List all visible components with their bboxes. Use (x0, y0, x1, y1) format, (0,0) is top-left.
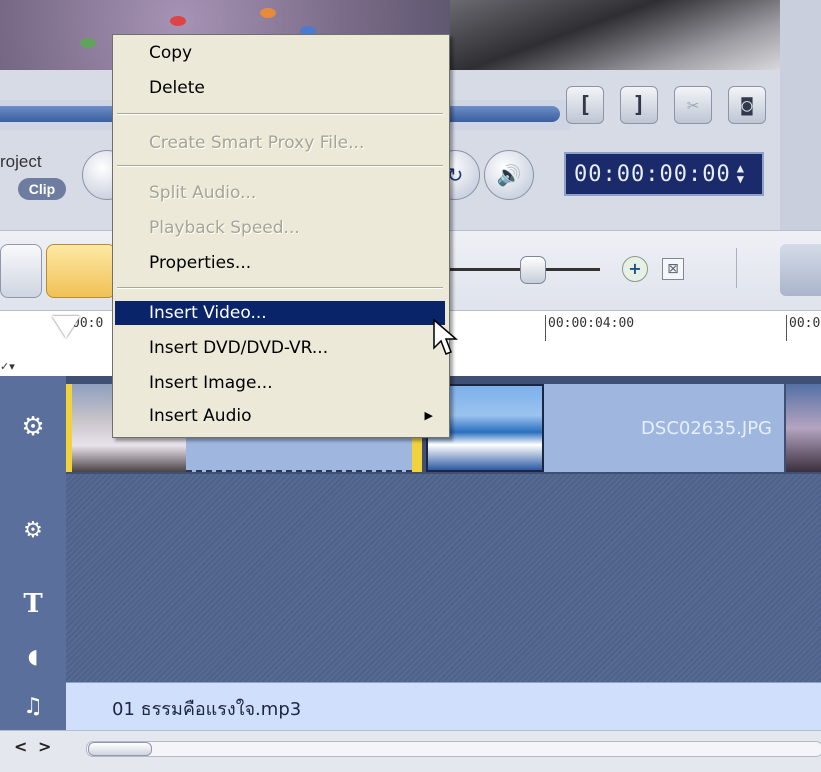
ruler-tick (545, 315, 546, 341)
title-track-icon[interactable]: T (0, 578, 66, 630)
playhead-marker[interactable] (52, 316, 80, 338)
mouse-cursor-icon (433, 318, 459, 355)
video-track-icon[interactable]: ⚙ (0, 384, 66, 470)
menu-item-insert-image[interactable]: Insert Image... (115, 371, 445, 395)
image-clip-name: DSC02635.JPG (641, 417, 772, 439)
project-mode-label[interactable]: roject (0, 152, 42, 172)
scrollbar-thumb[interactable] (88, 742, 152, 756)
right-panel (780, 0, 821, 230)
menu-item-insert-video[interactable]: Insert Video... (115, 301, 445, 325)
title-track[interactable] (66, 576, 821, 629)
timecode-spinner-icon[interactable]: ▲ ▼ (737, 162, 745, 185)
menu-separator (117, 165, 443, 167)
music-track-icon[interactable]: ♫ (0, 682, 66, 730)
scissors-icon[interactable]: ✂ (674, 86, 712, 124)
view-button[interactable] (0, 244, 42, 298)
ruler-tick (786, 315, 787, 341)
menu-item-split-audio[interactable]: Split Audio... (115, 181, 445, 205)
menu-item-insert-audio-label: Insert Audio (149, 406, 252, 426)
overlay-track[interactable] (66, 474, 821, 577)
timecode-display[interactable]: 00:00:00:00 ▲ ▼ (564, 152, 764, 196)
track-header-column: ⚙ ⚙ T ◖ ♫ (0, 376, 66, 730)
image-clip[interactable]: DSC02635.JPG (544, 384, 784, 472)
menu-separator (117, 287, 443, 289)
audio-clip-name: 01 ธรรมคือแรงใจ.mp3 (112, 699, 302, 720)
ruler-tick-label: 00:0 (789, 316, 821, 331)
track-menu-icon[interactable]: ✓▾ (0, 360, 15, 373)
clip-mode-button[interactable]: Clip (18, 178, 66, 200)
volume-icon[interactable]: 🔊 (484, 150, 534, 200)
voice-track-icon[interactable]: ◖ (0, 630, 66, 682)
context-menu: Copy Delete Create Smart Proxy File... S… (112, 34, 450, 438)
menu-item-insert-dvd[interactable]: Insert DVD/DVD-VR... (115, 336, 445, 360)
voice-track[interactable] (66, 628, 821, 683)
menu-item-properties[interactable]: Properties... (115, 251, 445, 275)
menu-separator (117, 113, 443, 115)
scroll-right-icon[interactable]: > (38, 737, 51, 756)
toolbar-separator (736, 248, 737, 288)
menu-item-playback-speed[interactable]: Playback Speed... (115, 216, 445, 240)
submenu-arrow-icon: ▶ (424, 409, 433, 422)
next-clip-thumbnail[interactable] (786, 384, 821, 472)
fit-project-icon[interactable]: ⊠ (662, 258, 684, 280)
scroll-left-icon[interactable]: < (14, 737, 27, 756)
snapshot-icon[interactable]: ◙ (728, 86, 766, 124)
horizontal-scrollbar[interactable] (86, 741, 821, 757)
menu-item-create-smart-proxy[interactable]: Create Smart Proxy File... (115, 131, 445, 155)
zoom-slider-knob[interactable] (520, 256, 546, 284)
mark-out-button[interactable]: ] (620, 86, 658, 124)
mark-in-button[interactable]: [ (566, 86, 604, 124)
menu-item-delete[interactable]: Delete (115, 76, 445, 100)
timeline-view-button[interactable] (46, 244, 116, 298)
menu-item-copy[interactable]: Copy (115, 41, 445, 65)
zoom-in-icon[interactable]: + (622, 256, 648, 282)
overlay-track-icon[interactable]: ⚙ (0, 482, 66, 578)
menu-item-insert-audio[interactable]: Insert Audio ▶ (115, 404, 445, 428)
timecode-value: 00:00:00:00 (574, 161, 731, 187)
folder-icon[interactable] (780, 244, 821, 296)
ruler-tick-label: 00:00:04:00 (548, 316, 635, 331)
